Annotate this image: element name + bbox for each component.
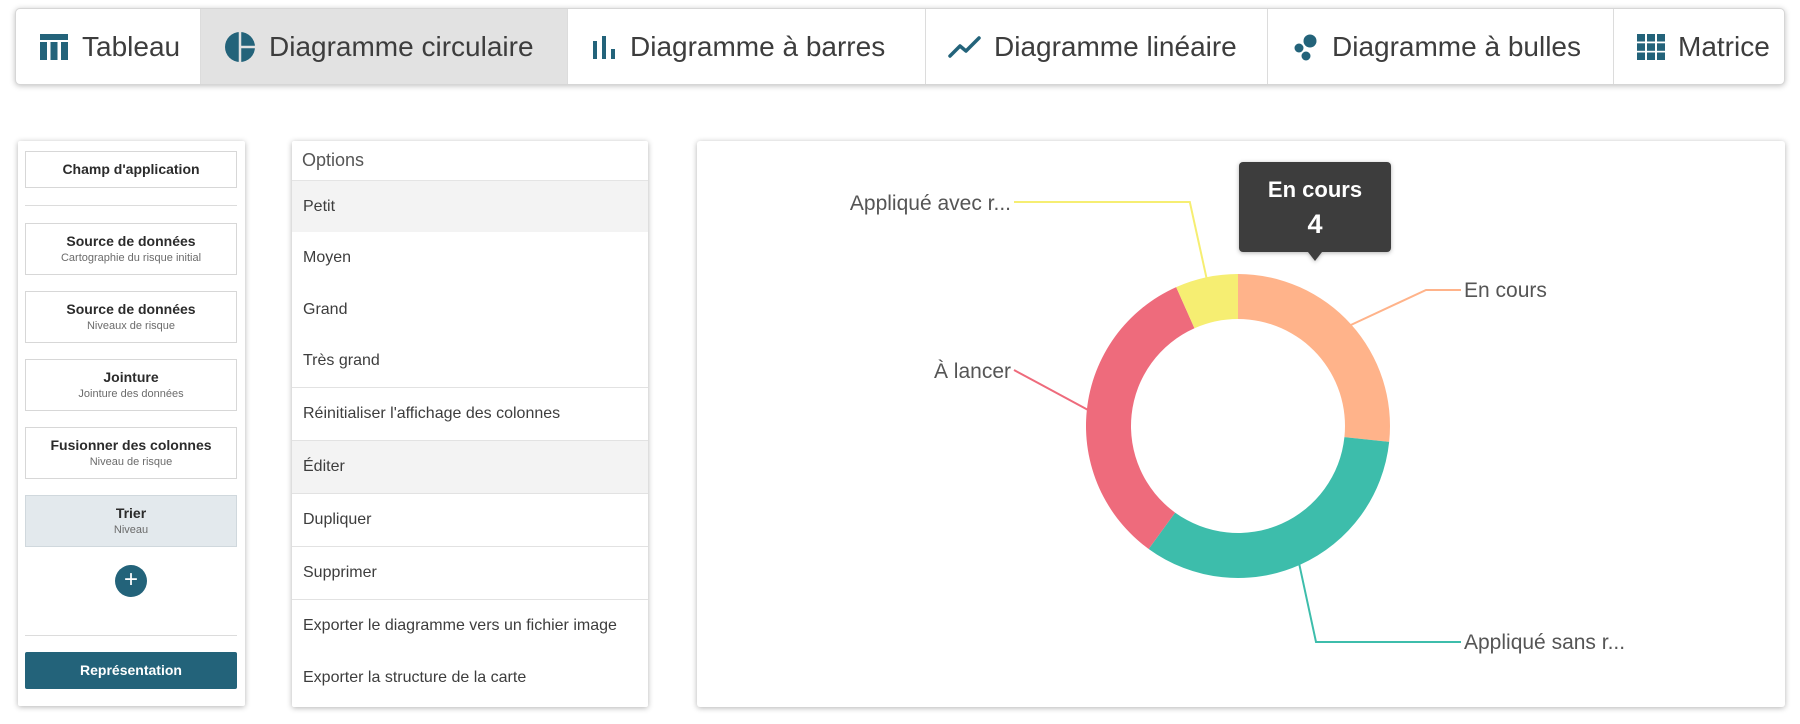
- connector-line-2: [1013, 369, 1090, 412]
- tooltip-title: En cours: [1268, 177, 1362, 202]
- menu-item-edit[interactable]: Éditer: [292, 440, 648, 493]
- add-step-button[interactable]: +: [115, 565, 147, 597]
- table-icon: [40, 33, 68, 60]
- bubble-chart-icon: [1294, 34, 1317, 60]
- tab-label: Matrice: [1678, 30, 1770, 62]
- label-a-lancer: À lancer: [934, 360, 1011, 383]
- step-title: Jointure: [103, 369, 159, 385]
- connector-line-1: [1298, 562, 1461, 643]
- bar-chart-icon: [593, 35, 615, 59]
- donut-slice-0[interactable]: [1238, 274, 1390, 442]
- tab-label: Tableau: [82, 30, 181, 62]
- step-data-source-2[interactable]: Source de données Niveaux de risque: [25, 291, 237, 343]
- divider: [25, 635, 237, 636]
- step-title: Fusionner des colonnes: [50, 437, 212, 453]
- tab-label: Diagramme circulaire: [269, 30, 534, 62]
- tooltip-value: 4: [1307, 209, 1322, 239]
- step-merge-columns[interactable]: Fusionner des colonnes Niveau de risque: [25, 427, 237, 479]
- menu-item-export-structure[interactable]: Exporter la structure de la carte: [292, 652, 648, 704]
- connector-line-0: [1349, 289, 1461, 327]
- step-subtitle: Niveau: [113, 524, 149, 536]
- matrix-icon: [1637, 33, 1665, 60]
- menu-item-export-image[interactable]: Exporter le diagramme vers un fichier im…: [292, 599, 648, 652]
- tab-label: Diagramme linéaire: [994, 30, 1237, 62]
- step-subtitle: Cartographie du risque initial: [60, 252, 202, 264]
- step-data-source-1[interactable]: Source de données Cartographie du risque…: [25, 223, 237, 275]
- step-title: Trier: [115, 505, 147, 521]
- pie-chart-icon: [225, 31, 255, 62]
- tab-matrice[interactable]: Matrice: [1614, 9, 1784, 84]
- menu-item-duplicate[interactable]: Dupliquer: [292, 493, 648, 546]
- step-scope[interactable]: Champ d'application: [25, 151, 237, 188]
- step-join[interactable]: Jointure Jointure des données: [25, 359, 237, 411]
- donut-slice-2[interactable]: [1086, 287, 1195, 549]
- tab-label: Diagramme à bulles: [1332, 30, 1581, 62]
- menu-item-delete[interactable]: Supprimer: [292, 546, 648, 599]
- menu-item-moyen[interactable]: Moyen: [292, 232, 648, 284]
- step-title: Champ d'application: [62, 161, 200, 177]
- chart-card: En cours Appliqué sans r... À lancer App…: [697, 141, 1785, 707]
- menu-item-grand[interactable]: Grand: [292, 284, 648, 335]
- tab-label: Diagramme à barres: [630, 30, 886, 62]
- connector-line-3: [1014, 201, 1208, 280]
- menu-item-petit[interactable]: Petit: [292, 181, 648, 232]
- label-applique-sans: Appliqué sans r...: [1464, 631, 1625, 654]
- step-subtitle: Jointure des données: [78, 388, 184, 400]
- representation-button[interactable]: Représentation: [25, 652, 237, 689]
- menu-item-tres-grand[interactable]: Très grand: [292, 335, 648, 387]
- step-subtitle: Niveau de risque: [89, 456, 173, 468]
- donut-chart: En cours Appliqué sans r... À lancer App…: [850, 162, 1625, 654]
- tab-diagramme-bulles[interactable]: Diagramme à bulles: [1268, 9, 1614, 84]
- step-title: Source de données: [66, 301, 196, 317]
- tab-tableau[interactable]: Tableau: [16, 9, 201, 84]
- donut-slice-1[interactable]: [1148, 437, 1390, 579]
- chart-type-tabbar: Tableau Diagramme circulaire Diagramme à…: [15, 8, 1785, 85]
- tab-diagramme-lineaire[interactable]: Diagramme linéaire: [926, 9, 1268, 84]
- tab-diagramme-barres[interactable]: Diagramme à barres: [568, 9, 926, 84]
- options-menu: Options Petit Moyen Grand Très grand Réi…: [292, 141, 648, 707]
- step-title: Source de données: [66, 233, 196, 249]
- divider: [25, 205, 237, 206]
- tab-diagramme-circulaire[interactable]: Diagramme circulaire: [201, 9, 568, 84]
- pipeline-steps-panel: Champ d'application Source de données Ca…: [18, 141, 245, 706]
- step-sort[interactable]: Trier Niveau: [25, 495, 237, 547]
- label-applique-avec: Appliqué avec r...: [850, 192, 1011, 215]
- menu-header: Options: [292, 141, 648, 181]
- step-subtitle: Niveaux de risque: [86, 320, 176, 332]
- line-chart-icon: [948, 35, 981, 58]
- label-en-cours: En cours: [1464, 279, 1547, 302]
- menu-item-reset-columns[interactable]: Réinitialiser l'affichage des colonnes: [292, 387, 648, 440]
